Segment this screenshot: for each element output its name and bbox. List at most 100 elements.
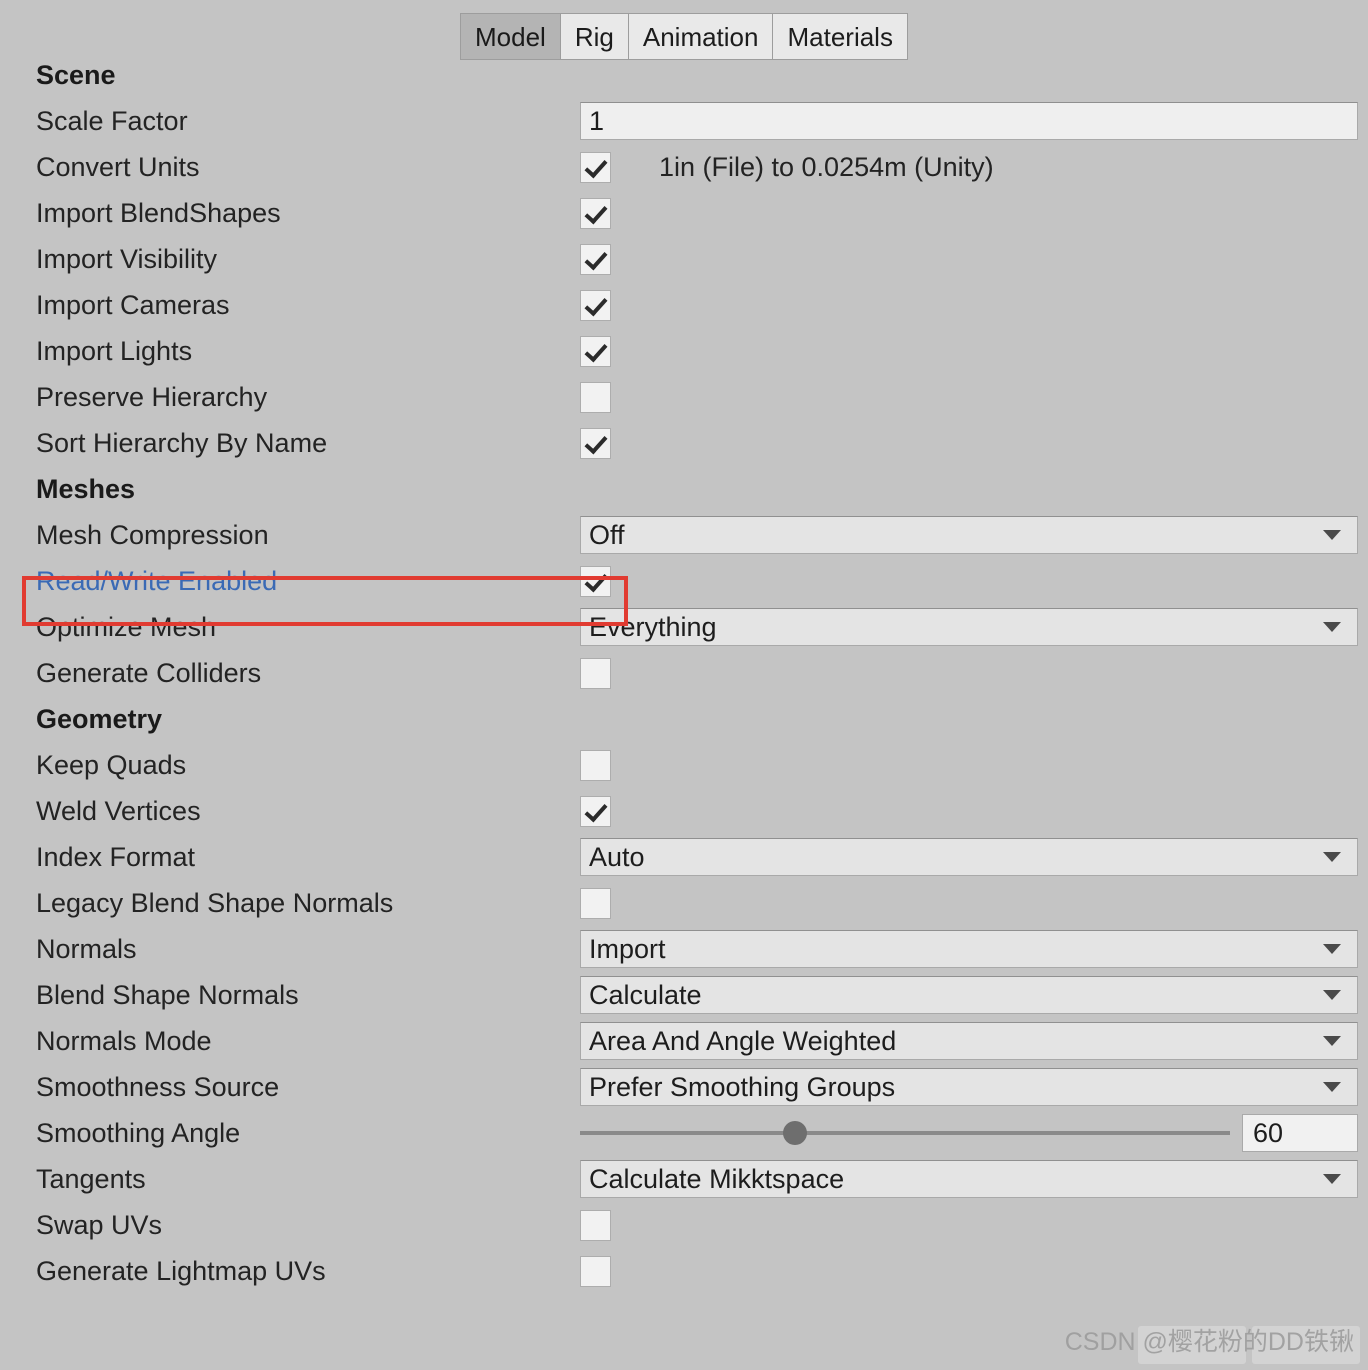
mesh-compression-dropdown[interactable]: Off [580,516,1358,554]
control-import-blendshapes [580,190,1352,236]
row-convert-units: Convert Units 1in (File) to 0.0254m (Uni… [36,144,1352,190]
row-optimize-mesh: Optimize Mesh Everything [36,604,1358,650]
swap-uvs-checkbox[interactable] [580,1209,611,1241]
read-write-enabled-checkbox[interactable] [580,565,611,597]
section-header-geometry: Geometry [36,704,163,734]
import-blendshapes-checkbox[interactable] [580,197,611,229]
row-smoothing-angle: Smoothing Angle 60 [36,1110,1358,1156]
scale-factor-input[interactable]: 1 [580,102,1358,140]
smoothness-source-value: Prefer Smoothing Groups [589,1071,896,1102]
row-mesh-compression: Mesh Compression Off [36,512,1358,558]
label-convert-units: Convert Units [36,151,200,182]
label-blend-shape-normals: Blend Shape Normals [36,979,299,1010]
label-sort-hierarchy-by-name: Sort Hierarchy By Name [36,427,328,458]
label-optimize-mesh: Optimize Mesh [36,611,217,642]
label-smoothing-angle: Smoothing Angle [36,1117,241,1148]
control-normals: Import [580,926,1358,972]
label-smoothness-source: Smoothness Source [36,1071,280,1102]
control-swap-uvs [580,1202,1352,1248]
row-tangents: Tangents Calculate Mikktspace [36,1156,1358,1202]
label-weld-vertices: Weld Vertices [36,795,201,826]
row-blend-shape-normals: Blend Shape Normals Calculate [36,972,1358,1018]
label-import-cameras: Import Cameras [36,289,230,320]
row-read-write-enabled: Read/Write Enabled [36,558,1352,604]
optimize-mesh-value: Everything [589,611,717,642]
generate-lightmap-uvs-checkbox[interactable] [580,1255,611,1287]
chevron-down-icon [1323,990,1341,1000]
chevron-down-icon [1323,944,1341,954]
label-index-format: Index Format [36,841,196,872]
label-preserve-hierarchy: Preserve Hierarchy [36,381,268,412]
blend-shape-normals-dropdown[interactable]: Calculate [580,976,1358,1014]
control-keep-quads [580,742,1352,788]
import-visibility-checkbox[interactable] [580,243,611,275]
normals-value: Import [589,933,666,964]
section-header-scene: Scene [36,60,116,90]
control-legacy-blend-shape-normals [580,880,1352,926]
import-settings-tabbar: Model Rig Animation Materials [0,0,1368,60]
label-mesh-compression: Mesh Compression [36,519,269,550]
normals-mode-dropdown[interactable]: Area And Angle Weighted [580,1022,1358,1060]
section-header-meshes: Meshes [36,474,136,504]
legacy-blend-shape-normals-checkbox[interactable] [580,887,611,919]
label-normals-mode: Normals Mode [36,1025,212,1056]
sort-hierarchy-by-name-checkbox[interactable] [580,427,611,459]
row-index-format: Index Format Auto [36,834,1358,880]
control-read-write-enabled [580,558,1352,604]
row-generate-colliders: Generate Colliders [36,650,1352,696]
label-legacy-blend-shape-normals: Legacy Blend Shape Normals [36,887,394,918]
smoothing-angle-handle[interactable] [782,1121,807,1145]
label-swap-uvs: Swap UVs [36,1209,163,1240]
control-normals-mode: Area And Angle Weighted [580,1018,1358,1064]
row-import-visibility: Import Visibility [36,236,1352,282]
keep-quads-checkbox[interactable] [580,749,611,781]
chevron-down-icon [1323,530,1341,540]
import-lights-checkbox[interactable] [580,335,611,367]
normals-mode-value: Area And Angle Weighted [589,1025,897,1056]
row-weld-vertices: Weld Vertices [36,788,1352,834]
index-format-value: Auto [589,841,645,872]
control-sort-hierarchy-by-name [580,420,1352,466]
index-format-dropdown[interactable]: Auto [580,838,1358,876]
control-smoothing-angle: 60 [580,1110,1358,1156]
control-scale-factor: 1 [580,98,1358,144]
row-legacy-blend-shape-normals: Legacy Blend Shape Normals [36,880,1352,926]
mesh-compression-value: Off [589,519,625,550]
control-convert-units: 1in (File) to 0.0254m (Unity) [580,144,1352,190]
blend-shape-normals-value: Calculate [589,979,702,1010]
normals-dropdown[interactable]: Import [580,930,1358,968]
convert-units-note: 1in (File) to 0.0254m (Unity) [659,151,994,182]
control-import-cameras [580,282,1352,328]
label-keep-quads: Keep Quads [36,749,187,780]
label-import-blendshapes: Import BlendShapes [36,197,281,228]
model-import-settings-panel: Scene Scale Factor 1 Convert Units 1in (… [0,52,1368,1294]
weld-vertices-checkbox[interactable] [580,795,611,827]
control-tangents: Calculate Mikktspace [580,1156,1358,1202]
smoothness-source-dropdown[interactable]: Prefer Smoothing Groups [580,1068,1358,1106]
row-normals-mode: Normals Mode Area And Angle Weighted [36,1018,1358,1064]
chevron-down-icon [1323,1036,1341,1046]
watermark-text: CSDN @樱花粉的DD铁锹 [1064,1328,1354,1356]
preserve-hierarchy-checkbox[interactable] [580,381,611,413]
tangents-dropdown[interactable]: Calculate Mikktspace [580,1160,1358,1198]
smoothing-angle-track[interactable] [580,1121,1230,1145]
import-cameras-checkbox[interactable] [580,289,611,321]
chevron-down-icon [1323,1174,1341,1184]
label-tangents: Tangents [36,1163,146,1194]
control-mesh-compression: Off [580,512,1358,558]
row-keep-quads: Keep Quads [36,742,1352,788]
chevron-down-icon [1323,852,1341,862]
row-sort-hierarchy-by-name: Sort Hierarchy By Name [36,420,1352,466]
smoothing-angle-input[interactable]: 60 [1242,1114,1358,1152]
label-read-write-enabled[interactable]: Read/Write Enabled [36,566,580,597]
control-optimize-mesh: Everything [580,604,1358,650]
label-normals: Normals [36,933,137,964]
optimize-mesh-dropdown[interactable]: Everything [580,608,1358,646]
row-generate-lightmap-uvs: Generate Lightmap UVs [36,1248,1352,1294]
label-import-lights: Import Lights [36,335,193,366]
chevron-down-icon [1323,622,1341,632]
generate-colliders-checkbox[interactable] [580,657,611,689]
smoothing-angle-slider[interactable]: 60 [580,1114,1358,1152]
convert-units-checkbox[interactable] [580,151,611,183]
chevron-down-icon [1323,1082,1341,1092]
